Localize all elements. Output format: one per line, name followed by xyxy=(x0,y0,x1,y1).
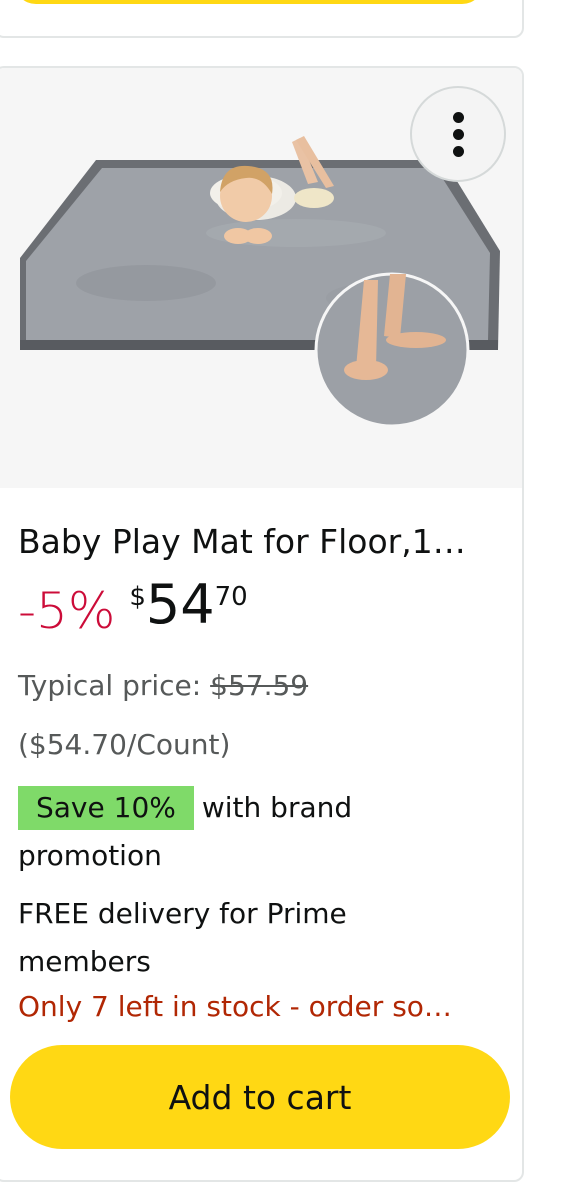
product-image-area[interactable] xyxy=(0,68,522,488)
more-options-icon xyxy=(452,111,464,123)
discount-percent: -5% xyxy=(18,582,116,640)
product-card: Baby Play Mat for Floor,1… -5% $ 54 70 T… xyxy=(0,66,524,1182)
add-to-cart-button[interactable]: Add to cart xyxy=(10,1045,510,1149)
price-fraction: 70 xyxy=(214,582,248,612)
save-badge: Save 10% xyxy=(18,786,194,830)
more-options-icon-dot xyxy=(452,128,464,140)
price-whole: 54 xyxy=(145,573,215,636)
typical-price: Typical price: $57.59 xyxy=(18,666,308,706)
unit-price: ($54.70/Count) xyxy=(18,728,231,761)
promotion: Save 10% with brand promotion xyxy=(18,784,488,880)
more-options-icon-dot xyxy=(452,145,464,157)
typical-price-label: Typical price: xyxy=(18,669,211,702)
previous-product-card xyxy=(0,0,524,38)
price-row: -5% $ 54 70 xyxy=(18,573,248,646)
delivery-info: FREE delivery for Prime members xyxy=(18,897,347,978)
product-title[interactable]: Baby Play Mat for Floor,1… xyxy=(18,520,508,564)
stock-warning: Only 7 left in stock - order so… xyxy=(18,990,452,1023)
product-list-page: Baby Play Mat for Floor,1… -5% $ 54 70 T… xyxy=(0,0,562,1188)
more-options-button[interactable] xyxy=(410,86,506,182)
previous-add-to-cart-button[interactable] xyxy=(14,0,484,4)
price-currency-symbol: $ xyxy=(129,582,146,612)
typical-price-value: $57.59 xyxy=(210,669,309,702)
